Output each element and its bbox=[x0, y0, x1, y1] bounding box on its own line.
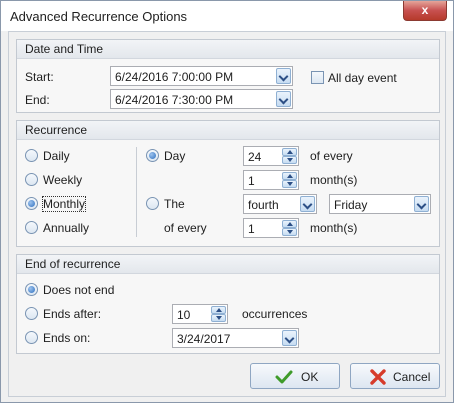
ok-button[interactable]: OK bbox=[250, 363, 340, 389]
end-datetime-value: 6/24/2016 7:30:00 PM bbox=[115, 93, 234, 107]
of-every-label: of every bbox=[310, 149, 353, 163]
daily-label[interactable]: Daily bbox=[43, 149, 70, 163]
ends-after-radio[interactable] bbox=[25, 307, 38, 320]
weekly-label[interactable]: Weekly bbox=[43, 173, 82, 187]
chevron-down-icon[interactable] bbox=[211, 314, 226, 322]
annually-label[interactable]: Annually bbox=[43, 221, 89, 235]
month-interval-value: 1 bbox=[248, 174, 255, 188]
all-day-label[interactable]: All day event bbox=[328, 71, 397, 85]
checkmark-icon bbox=[275, 370, 293, 384]
chevron-down-icon[interactable] bbox=[300, 196, 315, 212]
annually-radio[interactable] bbox=[25, 221, 38, 234]
chevron-down-icon[interactable] bbox=[282, 228, 297, 236]
chevron-up-icon[interactable] bbox=[211, 306, 226, 314]
end-label: End: bbox=[25, 93, 50, 107]
month-interval-stepper[interactable]: 1 bbox=[243, 170, 299, 190]
ends-on-date-picker[interactable]: 3/24/2017 bbox=[172, 328, 299, 348]
dialog-client: Date and Time Start: 6/24/2016 7:00:00 P… bbox=[8, 31, 446, 397]
start-label: Start: bbox=[25, 70, 54, 84]
end-of-recurrence-header: End of recurrence bbox=[17, 255, 439, 274]
months-label-2: month(s) bbox=[310, 221, 358, 235]
cancel-label: Cancel bbox=[393, 370, 431, 384]
chevron-up-icon[interactable] bbox=[282, 220, 297, 228]
day-number-stepper[interactable]: 24 bbox=[243, 146, 299, 166]
ok-label: OK bbox=[301, 370, 319, 384]
vertical-divider bbox=[136, 147, 137, 237]
close-button[interactable]: x bbox=[403, 1, 447, 21]
monthly-label[interactable]: Monthly bbox=[41, 196, 87, 212]
occurrences-value: 10 bbox=[177, 308, 191, 322]
ends-on-date-value: 3/24/2017 bbox=[177, 332, 231, 346]
ends-on-label[interactable]: Ends on: bbox=[43, 331, 90, 345]
cancel-button[interactable]: Cancel bbox=[350, 363, 440, 389]
weekday-select[interactable]: Friday bbox=[329, 194, 431, 214]
chevron-up-icon[interactable] bbox=[282, 148, 297, 156]
monthly-radio[interactable] bbox=[25, 197, 38, 210]
recurrence-header: Recurrence bbox=[17, 121, 439, 140]
recurrence-group: Recurrence Daily Weekly Monthly Annually… bbox=[16, 120, 440, 247]
start-datetime-picker[interactable]: 6/24/2016 7:00:00 PM bbox=[110, 66, 293, 86]
day-option-radio[interactable] bbox=[146, 149, 159, 162]
month-interval-stepper-2[interactable]: 1 bbox=[243, 218, 299, 238]
chevron-up-icon[interactable] bbox=[282, 172, 297, 180]
weekly-radio[interactable] bbox=[25, 173, 38, 186]
chevron-down-icon[interactable] bbox=[282, 180, 297, 188]
weekday-value: Friday bbox=[334, 198, 368, 212]
daily-radio[interactable] bbox=[25, 149, 38, 162]
occurrences-label: occurrences bbox=[242, 307, 308, 321]
month-interval-value-2: 1 bbox=[248, 222, 255, 236]
months-label: month(s) bbox=[310, 173, 358, 187]
ordinal-select[interactable]: fourth bbox=[243, 194, 317, 214]
date-time-group: Date and Time Start: 6/24/2016 7:00:00 P… bbox=[16, 39, 440, 113]
date-time-header: Date and Time bbox=[17, 40, 439, 59]
start-datetime-value: 6/24/2016 7:00:00 PM bbox=[115, 70, 234, 84]
chevron-down-icon[interactable] bbox=[414, 196, 429, 212]
does-not-end-label[interactable]: Does not end bbox=[43, 283, 114, 297]
chevron-down-icon[interactable] bbox=[282, 330, 297, 346]
ends-after-label[interactable]: Ends after: bbox=[43, 307, 101, 321]
does-not-end-radio[interactable] bbox=[25, 283, 38, 296]
the-option-radio[interactable] bbox=[146, 197, 159, 210]
of-every-label-2: of every bbox=[164, 221, 207, 235]
day-option-label[interactable]: Day bbox=[164, 149, 185, 163]
chevron-down-icon[interactable] bbox=[276, 68, 291, 84]
close-icon bbox=[370, 369, 386, 385]
occurrences-stepper[interactable]: 10 bbox=[172, 304, 228, 324]
window-title: Advanced Recurrence Options bbox=[10, 9, 188, 24]
title-bar[interactable]: Advanced Recurrence Options x bbox=[1, 1, 453, 31]
chevron-down-icon[interactable] bbox=[282, 156, 297, 164]
end-datetime-picker[interactable]: 6/24/2016 7:30:00 PM bbox=[110, 89, 293, 109]
ordinal-value: fourth bbox=[248, 198, 279, 212]
close-icon: x bbox=[421, 3, 429, 17]
ends-on-radio[interactable] bbox=[25, 331, 38, 344]
day-number-value: 24 bbox=[248, 150, 262, 164]
dialog-window: Advanced Recurrence Options x Date and T… bbox=[0, 0, 454, 403]
the-option-label[interactable]: The bbox=[164, 197, 185, 211]
end-of-recurrence-group: End of recurrence Does not end Ends afte… bbox=[16, 254, 440, 354]
all-day-checkbox[interactable] bbox=[311, 71, 324, 84]
chevron-down-icon[interactable] bbox=[276, 91, 291, 107]
